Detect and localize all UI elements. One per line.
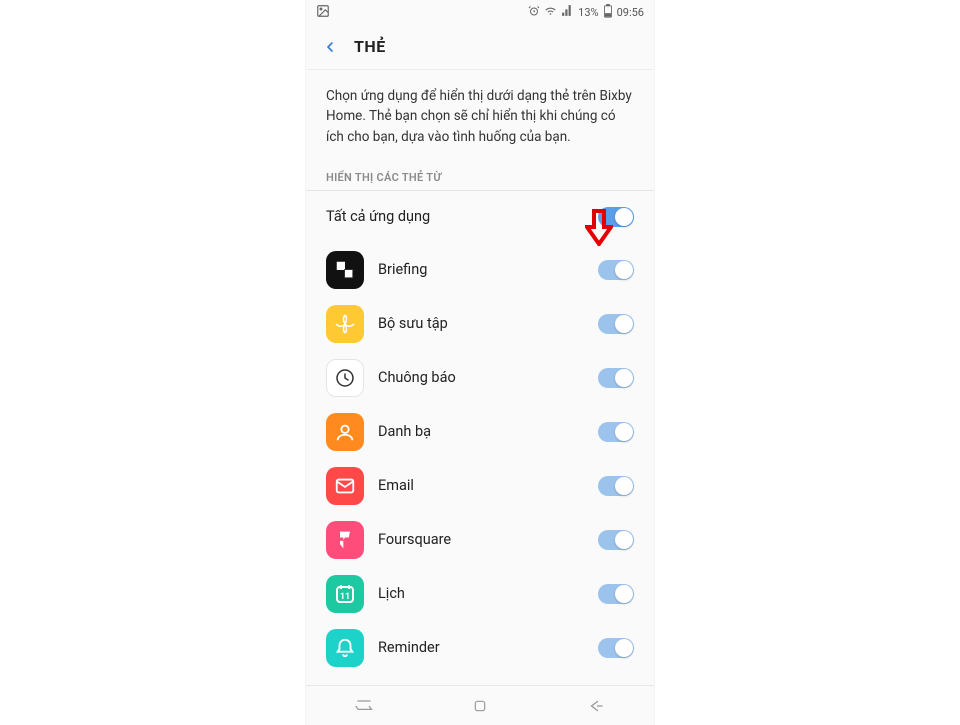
app-label: Bộ sưu tập — [378, 315, 584, 332]
briefing-icon — [326, 251, 364, 289]
master-toggle[interactable] — [598, 207, 634, 227]
app-row-gallery[interactable]: Bộ sưu tập — [306, 297, 654, 351]
foursquare-icon — [326, 521, 364, 559]
page-title: THẺ — [354, 37, 386, 56]
nav-home-button[interactable] — [455, 692, 505, 720]
app-row-briefing[interactable]: Briefing — [306, 243, 654, 297]
app-toggle-foursquare[interactable] — [598, 530, 634, 550]
app-row-foursquare[interactable]: Foursquare — [306, 513, 654, 567]
section-header: HIỂN THỊ CÁC THẺ TỪ — [306, 163, 654, 191]
nav-recent-button[interactable] — [339, 692, 389, 720]
status-bar: 13% 09:56 — [306, 0, 654, 24]
phone-frame: 13% 09:56 THẺ Chọn ứng dụng để hiển thị … — [305, 0, 655, 725]
status-time: 09:56 — [617, 6, 644, 19]
app-toggle-reminder[interactable] — [598, 638, 634, 658]
calendar-icon: 11 — [326, 575, 364, 613]
header: THẺ — [306, 24, 654, 70]
app-label: Briefing — [378, 261, 584, 278]
wifi-icon — [544, 4, 557, 20]
app-label: Email — [378, 477, 584, 494]
app-toggle-email[interactable] — [598, 476, 634, 496]
alarm-status-icon — [528, 5, 540, 20]
app-toggle-gallery[interactable] — [598, 314, 634, 334]
navigation-bar — [306, 685, 654, 725]
contacts-icon — [326, 413, 364, 451]
alarm-icon — [326, 359, 364, 397]
app-label: Lịch — [378, 585, 584, 602]
app-label: Foursquare — [378, 531, 584, 548]
email-icon — [326, 467, 364, 505]
app-label: Chuông báo — [378, 369, 584, 386]
svg-text:11: 11 — [340, 592, 350, 602]
status-image-icon — [316, 4, 330, 21]
app-row-contacts[interactable]: Danh bạ — [306, 405, 654, 459]
app-row-email[interactable]: Email — [306, 459, 654, 513]
master-toggle-label: Tất cả ứng dụng — [326, 208, 584, 225]
nav-back-button[interactable] — [571, 692, 621, 720]
app-toggle-calendar[interactable] — [598, 584, 634, 604]
back-button[interactable] — [320, 37, 340, 57]
battery-icon — [603, 4, 613, 21]
description-text: Chọn ứng dụng để hiển thị dưới dạng thẻ … — [306, 70, 654, 163]
gallery-icon — [326, 305, 364, 343]
battery-percent: 13% — [578, 6, 598, 19]
master-toggle-row: Tất cả ứng dụng — [306, 191, 654, 243]
app-row-calendar[interactable]: 11 Lịch — [306, 567, 654, 621]
app-row-alarm[interactable]: Chuông báo — [306, 351, 654, 405]
reminder-icon — [326, 629, 364, 667]
app-label: Reminder — [378, 639, 584, 656]
app-toggle-contacts[interactable] — [598, 422, 634, 442]
app-toggle-briefing[interactable] — [598, 260, 634, 280]
content-area: Chọn ứng dụng để hiển thị dưới dạng thẻ … — [306, 70, 654, 685]
app-row-reminder[interactable]: Reminder — [306, 621, 654, 675]
app-list: Tất cả ứng dụng Briefing Bộ sưu tập — [306, 191, 654, 675]
app-toggle-alarm[interactable] — [598, 368, 634, 388]
signal-icon — [561, 4, 574, 20]
app-label: Danh bạ — [378, 423, 584, 440]
